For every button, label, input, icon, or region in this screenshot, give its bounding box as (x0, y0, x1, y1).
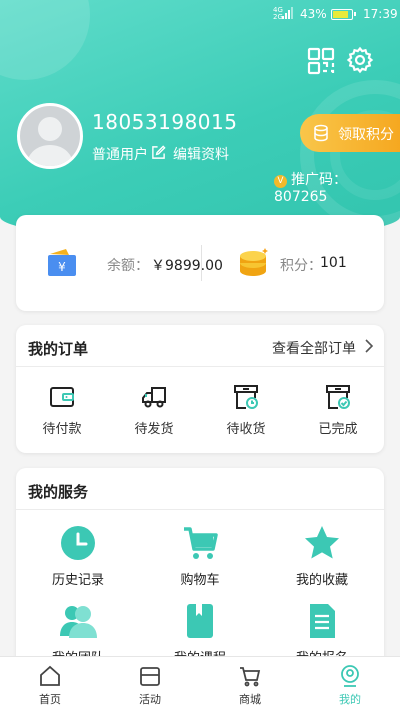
truck-icon (142, 387, 166, 408)
signup-icon (310, 604, 335, 638)
clock-icon (61, 526, 95, 560)
balance-value[interactable]: ￥9899.00 (151, 255, 223, 275)
points-label: 积分： (280, 258, 322, 274)
svg-text:¥: ¥ (58, 260, 66, 274)
services-title: 我的服务 (28, 483, 89, 501)
service-label: 历史记录 (51, 573, 104, 588)
order-item-label: 待发货 (134, 422, 174, 437)
avatar[interactable] (17, 103, 83, 169)
profile-header: 4G 2G 43% 17:39 18053198015 普通用户 编辑资料 领取… (0, 0, 400, 240)
user-phone: 18053198015 (92, 110, 238, 134)
divider (16, 509, 384, 510)
clock: 17:39 (363, 7, 398, 21)
qr-code-icon[interactable] (307, 47, 335, 75)
order-pending-payment[interactable]: 待付款 (22, 383, 102, 437)
chevron-right-icon[interactable] (364, 339, 374, 353)
wallet-icon (50, 387, 74, 407)
points-coins-icon[interactable] (238, 247, 270, 279)
signal-icon: 4G 2G (273, 7, 295, 21)
tab-label: 首页 (39, 693, 61, 706)
avatar-placeholder-icon (26, 117, 74, 166)
shop-cart-icon (240, 667, 261, 687)
service-label: 购物车 (180, 573, 220, 588)
coins-icon (314, 124, 328, 142)
box-check-icon (326, 385, 350, 409)
battery-icon (331, 9, 356, 20)
tab-shop[interactable]: 商城 (200, 657, 300, 711)
points-value[interactable]: 101 (320, 255, 347, 271)
balance-label: 余额： (107, 258, 149, 274)
orders-card: 我的订单 查看全部订单 待付款 待发货 待收货 已完成 (16, 325, 384, 453)
order-completed[interactable]: 已完成 (298, 383, 378, 437)
course-icon (187, 604, 213, 638)
star-icon (305, 526, 339, 559)
view-all-orders-link[interactable]: 查看全部订单 (272, 338, 356, 358)
promo-label: 推广码： (291, 172, 347, 188)
home-icon (40, 665, 60, 686)
orders-title: 我的订单 (28, 340, 89, 358)
order-item-label: 已完成 (318, 422, 358, 437)
service-cart[interactable]: 购物车 (145, 524, 255, 588)
order-pending-receipt[interactable]: 待收货 (206, 383, 286, 437)
profile-icon (341, 665, 359, 687)
order-item-label: 待付款 (42, 422, 82, 437)
gear-icon[interactable] (346, 46, 374, 74)
tab-activity[interactable]: 活动 (100, 657, 200, 711)
bottom-tab-bar: 首页 活动 商城 我的 (0, 656, 400, 711)
divider (16, 366, 384, 367)
battery-percent: 43% (300, 7, 327, 21)
cart-icon (184, 527, 218, 559)
activity-icon (140, 667, 160, 686)
box-clock-icon (234, 385, 258, 409)
wallet-card: ¥ 余额： ￥9899.00 积分： 101 (16, 215, 384, 311)
user-type: 普通用户 (92, 147, 148, 163)
tab-label: 我的 (339, 693, 361, 706)
divider (201, 245, 202, 281)
wallet-icon[interactable]: ¥ (46, 248, 78, 278)
team-icon (60, 606, 97, 638)
edit-icon[interactable] (151, 145, 166, 160)
tab-profile[interactable]: 我的 (300, 657, 400, 711)
order-item-label: 待收货 (226, 422, 266, 437)
verified-badge-icon: V (274, 175, 287, 188)
claim-points-button[interactable]: 领取积分 (300, 114, 400, 152)
promo-code-value: 807265 (274, 189, 328, 205)
service-history[interactable]: 历史记录 (23, 524, 133, 588)
service-label: 我的收藏 (295, 573, 348, 588)
claim-points-label: 领取积分 (338, 127, 394, 143)
edit-profile-link[interactable]: 编辑资料 (173, 144, 229, 164)
tab-label: 活动 (139, 693, 161, 706)
status-bar: 4G 2G 43% 17:39 (0, 0, 400, 30)
order-pending-shipment[interactable]: 待发货 (114, 383, 194, 437)
promo-code: V 推广码：807265 (274, 169, 400, 205)
tab-label: 商城 (239, 693, 261, 706)
service-favorites[interactable]: 我的收藏 (267, 524, 377, 588)
tab-home[interactable]: 首页 (0, 657, 100, 711)
